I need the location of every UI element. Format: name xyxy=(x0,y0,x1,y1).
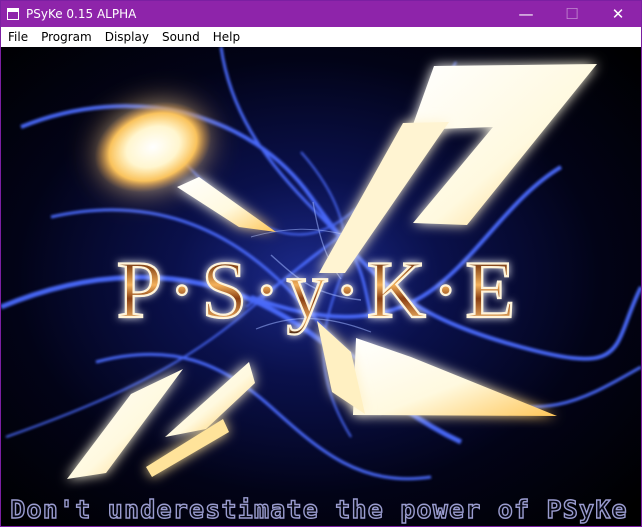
menu-sound[interactable]: Sound xyxy=(155,27,206,47)
title-bar[interactable]: PSyKe 0.15 ALPHA — ☐ ✕ xyxy=(1,1,641,27)
window-title: PSyKe 0.15 ALPHA xyxy=(26,7,137,21)
window-app-icon[interactable] xyxy=(7,8,19,20)
menu-display[interactable]: Display xyxy=(98,27,155,47)
app-window: PSyKe 0.15 ALPHA — ☐ ✕ File Program Disp… xyxy=(0,0,642,527)
splash-artwork: P·S·y·K·E Don't underestimate the power … xyxy=(1,47,641,526)
maximize-icon[interactable]: ☐ xyxy=(549,1,595,27)
menu-program[interactable]: Program xyxy=(34,27,98,47)
menu-help[interactable]: Help xyxy=(206,27,246,47)
menu-bar: File Program Display Sound Help xyxy=(1,27,641,48)
minimize-icon[interactable]: — xyxy=(503,1,549,27)
close-icon[interactable]: ✕ xyxy=(595,1,641,27)
tagline-text: Don't underestimate the power of PSyKe xyxy=(10,495,628,524)
window-controls: — ☐ ✕ xyxy=(503,1,641,27)
splash-canvas: P·S·y·K·E Don't underestimate the power … xyxy=(1,47,641,526)
psyke-logo-text: P·S·y·K·E xyxy=(117,244,522,335)
menu-file[interactable]: File xyxy=(1,27,34,47)
